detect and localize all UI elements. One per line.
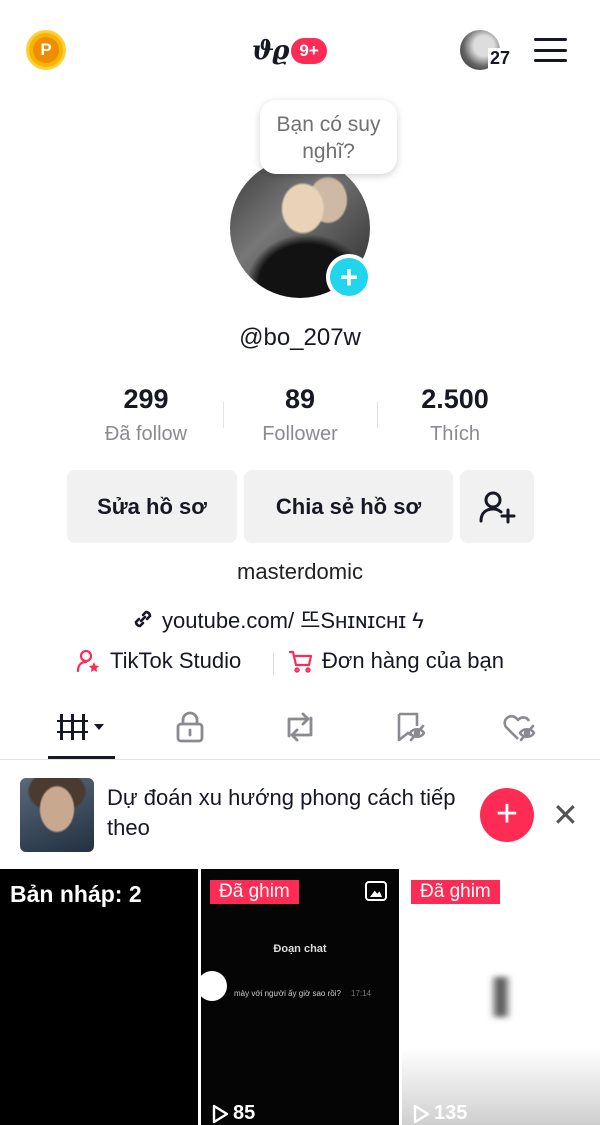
tab-private[interactable] [156, 706, 224, 748]
suggestion-thumbnail[interactable] [20, 778, 94, 852]
coin-icon[interactable]: P [26, 30, 66, 70]
video-tile[interactable]: Đã ghim Đoạn chat mày với người ấy giờ s… [201, 869, 399, 1125]
chat-title: Đoạn chat [273, 943, 327, 955]
bookmark-hidden-icon [397, 712, 426, 742]
suggestion-text[interactable]: Dự đoán xu hướng phong cách tiếp theo [107, 783, 467, 843]
play-icon [413, 1104, 430, 1123]
divider [273, 653, 274, 675]
grid-icon [57, 714, 104, 740]
add-friends-button[interactable] [460, 470, 534, 543]
video-tile[interactable]: Đã ghim 135 [402, 869, 600, 1125]
pinned-badge: Đã ghim [411, 880, 500, 904]
tabs-divider [0, 759, 600, 760]
tab-liked[interactable] [486, 706, 554, 748]
notifications-button[interactable]: ϑϱ 9+ [252, 36, 327, 66]
view-count: 85 [211, 1102, 255, 1125]
play-icon [212, 1104, 229, 1123]
drafts-tile[interactable]: Bản nháp: 2 [0, 869, 198, 1125]
likes-stat[interactable]: 2.500 Thích [378, 384, 532, 446]
creator-star-icon [76, 649, 99, 673]
plus-icon: + [330, 258, 368, 296]
repost-icon [287, 712, 313, 742]
link-icon [134, 610, 152, 628]
activity-icon: ϑϱ [252, 36, 289, 66]
heart-hidden-icon [503, 714, 536, 742]
tab-reposts[interactable] [266, 706, 334, 748]
tiktok-studio-link[interactable]: TikTok Studio [76, 648, 241, 674]
pinned-badge: Đã ghim [210, 880, 299, 904]
cart-icon [288, 650, 313, 673]
tab-favorites[interactable] [376, 706, 444, 748]
username: @bo_207w [239, 324, 361, 351]
photo-icon [365, 881, 387, 901]
view-count: 135 [412, 1102, 467, 1125]
thought-bubble[interactable]: Bạn có suy nghĩ? [260, 100, 397, 174]
chat-avatar [201, 971, 227, 1001]
following-stat[interactable]: 299 Đã follow [69, 384, 223, 446]
drafts-label: Bản nháp: 2 [10, 881, 142, 907]
lock-icon [176, 711, 204, 743]
edit-profile-button[interactable]: Sửa hồ sơ [67, 470, 237, 543]
menu-icon[interactable] [534, 38, 567, 62]
chat-message: mày với người ấy giờ sao rồi? [234, 989, 341, 998]
add-person-icon [479, 491, 516, 523]
bio: masterdomic [237, 559, 363, 584]
video-thumbnail [492, 977, 510, 1017]
orders-link[interactable]: Đơn hàng của bạn [288, 648, 504, 674]
add-story-button[interactable]: + [326, 254, 372, 300]
followers-stat[interactable]: 89 Follower [223, 384, 377, 446]
notifications-badge: 9+ [291, 38, 327, 64]
account-count: 27 [488, 48, 513, 69]
profile-link[interactable]: youtube.com/ 뜨Sʜɪɴɪᴄʜɪ ϟ [130, 603, 424, 635]
tab-videos[interactable] [48, 706, 116, 748]
share-profile-button[interactable]: Chia sẻ hồ sơ [244, 470, 453, 543]
suggestion-create-button[interactable]: + [480, 788, 534, 842]
close-icon[interactable]: ✕ [552, 796, 579, 834]
chat-time: 17:14 [351, 989, 372, 998]
